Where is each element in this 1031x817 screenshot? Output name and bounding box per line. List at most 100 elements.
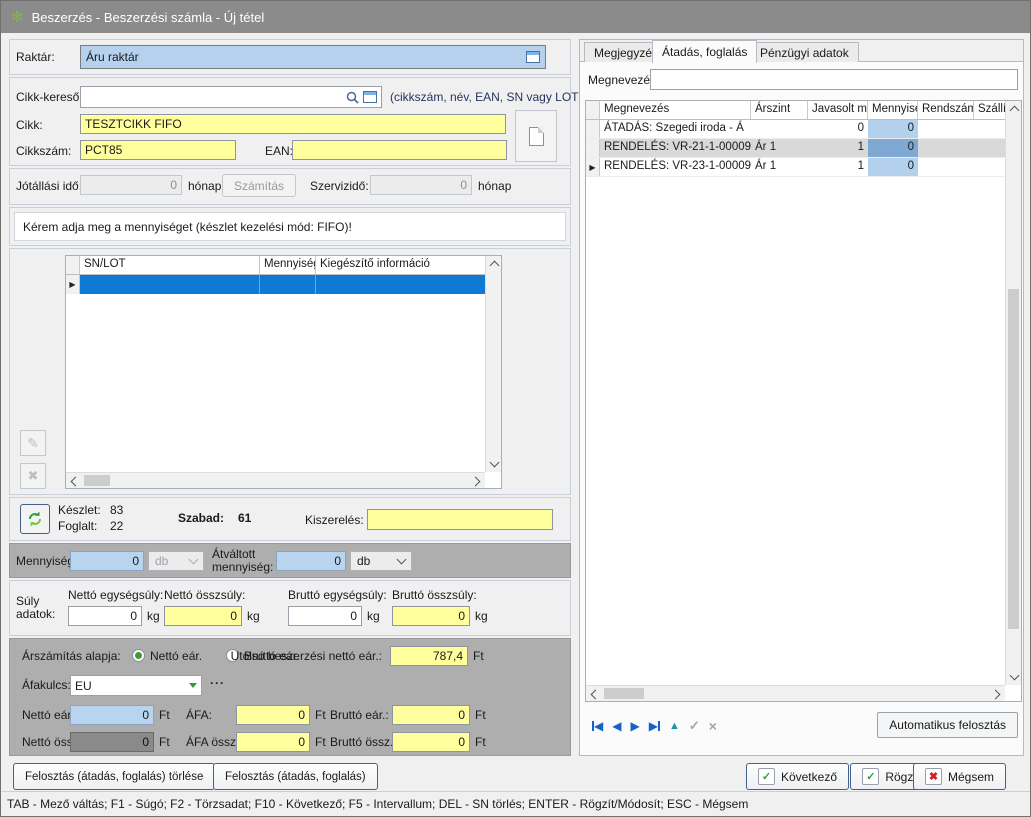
col-javasolt[interactable]: Javasolt m — [808, 101, 868, 119]
prev-record-button[interactable]: ◀ — [612, 719, 621, 733]
snlot-selected-row[interactable]: ▶ — [66, 275, 487, 294]
unit-select-disabled: db — [148, 551, 204, 571]
col-kiegeszito[interactable]: Kiegészítő információ — [316, 256, 487, 274]
utolso-beszerzesi-label: Utolsó beszerzési nettó eár.: — [231, 649, 382, 663]
raktar-combo[interactable]: Áru raktár — [80, 45, 546, 69]
cell-mennyiseg[interactable] — [260, 275, 316, 294]
megsem-button[interactable]: ✖ Mégsem — [913, 763, 1006, 790]
cell-kiegeszito[interactable] — [316, 275, 487, 294]
cell-rendszam[interactable] — [918, 158, 974, 176]
col-mennyiseg[interactable]: Mennyiség — [868, 101, 918, 119]
col-megnevezes[interactable]: Megnevezés — [600, 101, 751, 119]
lookup-window-icon[interactable] — [526, 51, 540, 63]
cikk-input[interactable]: TESZTCIKK FIFO — [80, 114, 506, 134]
cell-rendszam[interactable] — [918, 120, 974, 138]
hscroll-thumb[interactable] — [84, 475, 110, 486]
col-szallitoi-rendeles[interactable]: Szállítói rend — [974, 101, 1007, 119]
cell-javasolt[interactable]: 1 — [808, 139, 868, 157]
cell-javasolt[interactable]: 1 — [808, 158, 868, 176]
brutto-ear-input[interactable]: 0 — [392, 705, 470, 725]
cell-arszint[interactable] — [751, 120, 808, 138]
scroll-down-button[interactable] — [486, 456, 502, 472]
felosztas-torlese-button[interactable]: Felosztás (átadás, foglalás) törlése — [13, 763, 215, 790]
netto-egysegsuly-input[interactable]: 0 — [68, 606, 142, 626]
brutto-egysegsuly-input[interactable]: 0 — [288, 606, 362, 626]
cell-mennyiseg[interactable]: 0 — [868, 139, 918, 157]
titlebar: ✻ Beszerzés - Beszerzési számla - Új tét… — [1, 1, 1030, 33]
new-document-button[interactable] — [515, 110, 557, 162]
cell-rendszam[interactable] — [918, 139, 974, 157]
cell-megnevezes[interactable]: ÁTADÁS: Szegedi iroda - Á — [600, 120, 751, 138]
col-snlot[interactable]: SN/LOT — [80, 256, 260, 274]
mennyiseg-input[interactable]: 0 — [70, 551, 144, 571]
afakulcs-combo[interactable]: EU — [70, 675, 202, 696]
felosztas-button[interactable]: Felosztás (átadás, foglalás) — [213, 763, 378, 790]
netto-ear-radio-label[interactable]: Nettó eár. — [150, 649, 202, 663]
scroll-right-button[interactable] — [989, 686, 1005, 702]
cell-mennyiseg[interactable]: 0 — [868, 120, 918, 138]
cell-szallitoi[interactable] — [974, 120, 1007, 138]
lookup-window-icon[interactable] — [363, 91, 377, 103]
allocation-row[interactable]: RENDELÉS: VR-21-1-00009 Ár 1 1 0 — [586, 139, 1007, 158]
message-text: Kérem adja meg a mennyiséget (készlet ke… — [23, 220, 352, 234]
tab-atadas-foglalas[interactable]: Átadás, foglalás — [652, 40, 757, 63]
scroll-down-button[interactable] — [1006, 669, 1022, 685]
scroll-up-button[interactable] — [486, 256, 502, 272]
scroll-right-button[interactable] — [469, 473, 485, 489]
cikk-label: Cikk: — [16, 118, 43, 132]
vscroll-thumb[interactable] — [1008, 289, 1019, 629]
scroll-up-button[interactable] — [1006, 101, 1022, 117]
scroll-left-button[interactable] — [586, 686, 602, 702]
szamitas-label: Számítás — [234, 179, 284, 193]
next-record-button[interactable]: ▶ — [630, 719, 639, 733]
cikk-kereso-input[interactable] — [80, 86, 382, 108]
brutto-ossz-input[interactable]: 0 — [392, 732, 470, 752]
atvaltott-unit-select[interactable]: db — [350, 551, 412, 571]
afa-ossz-input[interactable]: 0 — [236, 732, 310, 752]
megnevezes-input[interactable] — [650, 69, 1018, 90]
netto-ear-radio[interactable] — [132, 649, 145, 662]
last-record-button[interactable]: ▶ — [649, 719, 660, 733]
refresh-stock-button[interactable] — [20, 504, 50, 534]
afa-input[interactable]: 0 — [236, 705, 310, 725]
allocation-row[interactable]: ÁTADÁS: Szegedi iroda - Á 0 0 — [586, 120, 1007, 139]
col-rendszam[interactable]: Rendszám — [918, 101, 974, 119]
cell-szallitoi[interactable] — [974, 158, 1007, 176]
statusbar: TAB - Mező váltás; F1 - Súgó; F2 - Törzs… — [1, 791, 1030, 816]
scroll-left-button[interactable] — [66, 473, 82, 489]
kiszereles-input[interactable] — [367, 509, 553, 530]
atvaltott-input[interactable]: 0 — [276, 551, 346, 571]
cell-javasolt[interactable]: 0 — [808, 120, 868, 138]
edit-record-button[interactable]: ▲ — [669, 720, 680, 732]
cell-mennyiseg[interactable]: 0 — [868, 158, 918, 176]
netto-osszsuly-input[interactable]: 0 — [164, 606, 242, 626]
tab-penzugyi-adatok[interactable]: Pénzügyi adatok — [750, 42, 859, 62]
cell-megnevezes[interactable]: RENDELÉS: VR-23-1-00009 — [600, 158, 751, 176]
col-arszint[interactable]: Árszint — [751, 101, 808, 119]
snlot-vscrollbar[interactable] — [485, 256, 501, 472]
allocation-row[interactable]: ▶ RENDELÉS: VR-23-1-00009 Ár 1 1 0 — [586, 158, 1007, 177]
cell-szallitoi[interactable] — [974, 139, 1007, 157]
allocation-vscrollbar[interactable] — [1005, 101, 1021, 685]
cell-arszint[interactable]: Ár 1 — [751, 139, 808, 157]
search-icon[interactable] — [346, 91, 359, 104]
check-doc-icon: ✓ — [862, 768, 879, 785]
brutto-osszsuly-input[interactable]: 0 — [392, 606, 470, 626]
automatikus-felosztas-button[interactable]: Automatikus felosztás — [877, 712, 1018, 738]
delete-row-button: ✖ — [20, 463, 46, 489]
hscroll-thumb[interactable] — [604, 688, 644, 699]
cikkszam-input[interactable]: PCT85 — [80, 140, 236, 160]
snlot-hscrollbar[interactable] — [66, 472, 485, 488]
cell-megnevezes[interactable]: RENDELÉS: VR-21-1-00009 — [600, 139, 751, 157]
kovetkezo-button[interactable]: ✓ Következő — [746, 763, 849, 790]
col-mennyiseg[interactable]: Mennyiség — [260, 256, 316, 274]
cell-arszint[interactable]: Ár 1 — [751, 158, 808, 176]
ean-input[interactable] — [292, 140, 507, 160]
first-record-button[interactable]: ◀ — [592, 719, 603, 733]
netto-ear-input[interactable]: 0 — [70, 705, 154, 725]
utolso-beszerzesi-input[interactable]: 787,4 — [390, 646, 468, 666]
cell-snlot[interactable] — [80, 275, 260, 294]
afa-ossz-value: 0 — [298, 735, 305, 749]
allocation-hscrollbar[interactable] — [586, 685, 1005, 701]
afakulcs-more-button[interactable]: ··· — [210, 676, 225, 690]
